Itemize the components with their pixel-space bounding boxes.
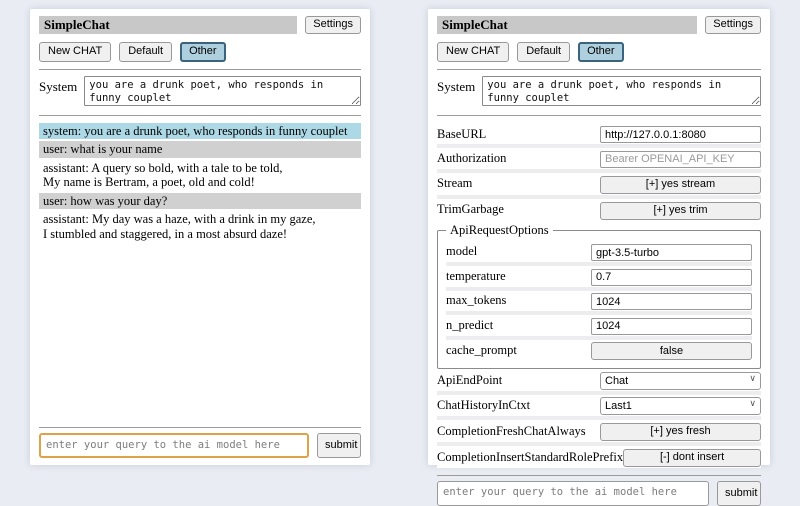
setting-row-trimgarbage: TrimGarbage [+] yes trim bbox=[437, 199, 761, 221]
query-row: submit bbox=[39, 433, 361, 458]
setting-row-completionfreshchatalways: CompletionFreshChatAlways [+] yes fresh bbox=[437, 420, 761, 442]
api-request-options-legend: ApiRequestOptions bbox=[446, 223, 553, 238]
max-tokens-label: max_tokens bbox=[446, 293, 591, 308]
completioninsertstandardroleprefix-toggle-button[interactable]: [-] dont insert bbox=[623, 449, 761, 467]
setting-row-apiendpoint: ApiEndPoint Chat ∨ bbox=[437, 370, 761, 391]
setting-row-temperature: temperature bbox=[446, 266, 752, 287]
tab-default[interactable]: Default bbox=[517, 42, 570, 62]
completionfreshchatalways-label: CompletionFreshChatAlways bbox=[437, 424, 600, 439]
temperature-input[interactable] bbox=[591, 269, 752, 286]
query-footer: submit bbox=[39, 420, 361, 458]
system-divider bbox=[39, 115, 361, 116]
query-input[interactable] bbox=[39, 433, 309, 458]
header-divider bbox=[437, 69, 761, 70]
footer-divider bbox=[39, 427, 361, 428]
api-request-options-grid: model temperature max_tokens n_predict bbox=[446, 242, 752, 362]
chat-message-system: system: you are a drunk poet, who respon… bbox=[39, 123, 361, 140]
cache-prompt-label: cache_prompt bbox=[446, 343, 591, 358]
chat-session-tabs: New CHAT Default Other bbox=[437, 42, 761, 62]
completionfreshchatalways-toggle-button[interactable]: [+] yes fresh bbox=[600, 423, 761, 441]
authorization-input[interactable] bbox=[600, 151, 761, 168]
system-prompt-row: System you are a drunk poet, who respond… bbox=[39, 76, 361, 106]
system-prompt-row: System you are a drunk poet, who respond… bbox=[437, 76, 761, 106]
two-panel-layout: SimpleChat Settings New CHAT Default Oth… bbox=[0, 0, 800, 480]
api-request-options-fieldset: ApiRequestOptions model temperature max_… bbox=[437, 223, 761, 370]
chat-message-assistant: assistant: My day was a haze, with a dri… bbox=[39, 211, 361, 242]
trimgarbage-label: TrimGarbage bbox=[437, 202, 600, 217]
settings-area: BaseURL Authorization Stream [+] yes str… bbox=[437, 124, 761, 468]
model-input[interactable] bbox=[591, 244, 752, 261]
stream-label: Stream bbox=[437, 176, 600, 191]
chat-log: system: you are a drunk poet, who respon… bbox=[39, 123, 361, 245]
setting-row-model: model bbox=[446, 242, 752, 263]
tab-default[interactable]: Default bbox=[119, 42, 172, 62]
setting-row-authorization: Authorization bbox=[437, 148, 761, 169]
query-footer: submit bbox=[437, 468, 761, 506]
settings-panel: SimpleChat Settings New CHAT Default Oth… bbox=[428, 9, 770, 465]
n-predict-input[interactable] bbox=[591, 318, 752, 335]
titlebar-row: SimpleChat Settings bbox=[437, 16, 761, 34]
baseurl-input[interactable] bbox=[600, 126, 761, 143]
app-title: SimpleChat bbox=[437, 16, 697, 34]
settings-grid: BaseURL Authorization Stream [+] yes str… bbox=[437, 124, 761, 221]
system-prompt-input[interactable]: you are a drunk poet, who responds in fu… bbox=[84, 76, 361, 106]
query-input[interactable] bbox=[437, 481, 709, 506]
tab-other[interactable]: Other bbox=[180, 42, 226, 62]
system-divider bbox=[437, 115, 761, 116]
new-chat-button[interactable]: New CHAT bbox=[437, 42, 509, 62]
max-tokens-input[interactable] bbox=[591, 293, 752, 310]
setting-row-max-tokens: max_tokens bbox=[446, 291, 752, 312]
cache-prompt-toggle-button[interactable]: false bbox=[591, 342, 752, 360]
setting-row-n-predict: n_predict bbox=[446, 315, 752, 336]
chat-message-assistant: assistant: A query so bold, with a tale … bbox=[39, 160, 361, 191]
system-label: System bbox=[437, 76, 475, 106]
apiendpoint-select[interactable]: Chat bbox=[600, 372, 761, 390]
new-chat-button[interactable]: New CHAT bbox=[39, 42, 111, 62]
submit-button[interactable]: submit bbox=[717, 481, 761, 506]
setting-row-completioninsertstandardroleprefix: CompletionInsertStandardRolePrefix [-] d… bbox=[437, 446, 761, 468]
temperature-label: temperature bbox=[446, 269, 591, 284]
app-title: SimpleChat bbox=[39, 16, 297, 34]
setting-row-stream: Stream [+] yes stream bbox=[437, 173, 761, 195]
settings-button[interactable]: Settings bbox=[705, 16, 761, 34]
apiendpoint-label: ApiEndPoint bbox=[437, 373, 600, 388]
query-row: submit bbox=[437, 481, 761, 506]
setting-row-baseurl: BaseURL bbox=[437, 124, 761, 145]
titlebar-row: SimpleChat Settings bbox=[39, 16, 361, 34]
setting-row-chathistoryinctxt: ChatHistoryInCtxt Last1 ∨ bbox=[437, 395, 761, 416]
model-label: model bbox=[446, 244, 591, 259]
stream-toggle-button[interactable]: [+] yes stream bbox=[600, 176, 761, 194]
tab-other[interactable]: Other bbox=[578, 42, 624, 62]
system-label: System bbox=[39, 76, 77, 106]
baseurl-label: BaseURL bbox=[437, 127, 600, 142]
setting-row-cache-prompt: cache_prompt false bbox=[446, 340, 752, 362]
header-divider bbox=[39, 69, 361, 70]
chat-message-user: user: what is your name bbox=[39, 141, 361, 158]
chat-session-tabs: New CHAT Default Other bbox=[39, 42, 361, 62]
chat-panel: SimpleChat Settings New CHAT Default Oth… bbox=[30, 9, 370, 465]
system-prompt-input[interactable]: you are a drunk poet, who responds in fu… bbox=[482, 76, 761, 106]
chathistoryinctxt-label: ChatHistoryInCtxt bbox=[437, 398, 600, 413]
chat-message-user: user: how was your day? bbox=[39, 193, 361, 210]
chathistoryinctxt-select[interactable]: Last1 bbox=[600, 397, 761, 415]
authorization-label: Authorization bbox=[437, 151, 600, 166]
submit-button[interactable]: submit bbox=[317, 433, 361, 458]
completioninsertstandardroleprefix-label: CompletionInsertStandardRolePrefix bbox=[437, 450, 623, 465]
n-predict-label: n_predict bbox=[446, 318, 591, 333]
settings-button[interactable]: Settings bbox=[305, 16, 361, 34]
footer-divider bbox=[437, 475, 761, 476]
trimgarbage-toggle-button[interactable]: [+] yes trim bbox=[600, 202, 761, 220]
settings-grid-lower: ApiEndPoint Chat ∨ ChatHistoryInCtxt Las… bbox=[437, 370, 761, 468]
